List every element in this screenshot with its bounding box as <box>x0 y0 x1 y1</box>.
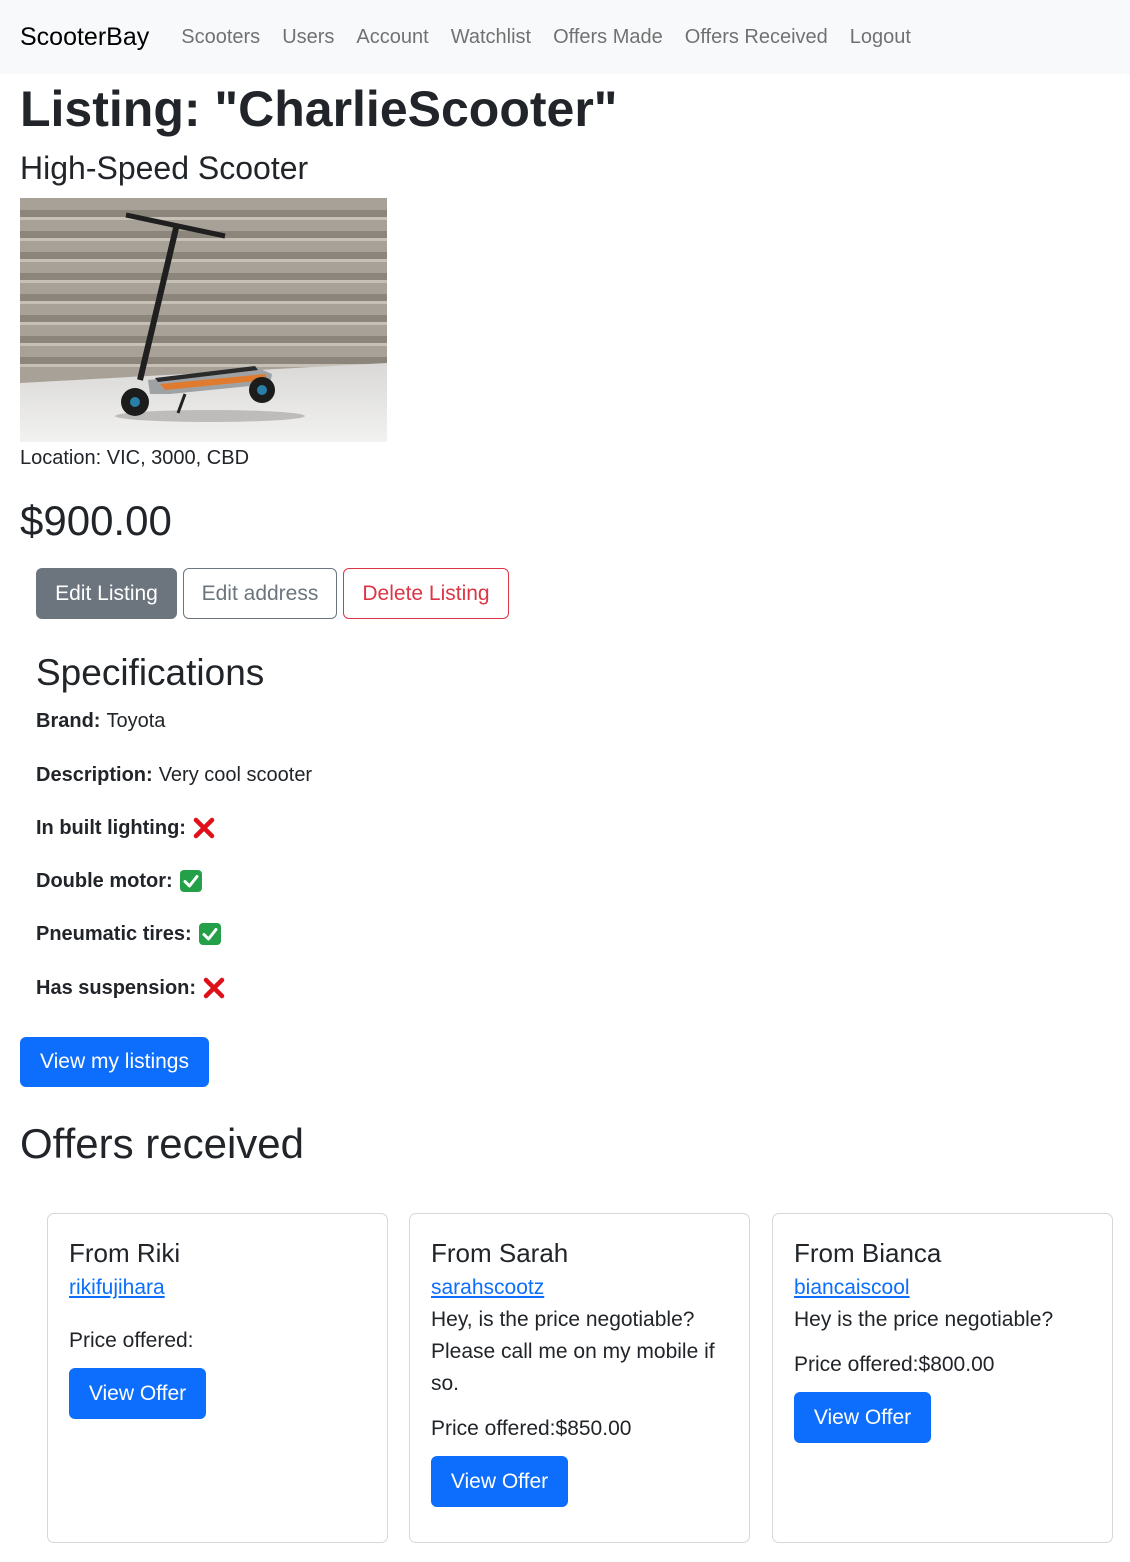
offer-from: From Riki <box>69 1238 181 1268</box>
nav-users[interactable]: Users <box>282 26 334 49</box>
offer-price: Price offered: <box>69 1326 366 1356</box>
offer-card: From Bianca biancaiscool Hey is the pric… <box>772 1213 1113 1543</box>
listing-price: $900.00 <box>20 497 172 544</box>
spec-description: Description: Very cool scooter <box>36 764 312 787</box>
spec-label: Description: <box>36 764 153 786</box>
cross-mark-icon <box>203 977 225 999</box>
spec-value: Toyota <box>106 710 166 732</box>
offer-price-label: Price offered: <box>69 1329 194 1352</box>
offer-card: From Sarah sarahscootz Hey, is the price… <box>409 1213 750 1543</box>
nav-watchlist[interactable]: Watchlist <box>451 26 531 49</box>
spec-label: Pneumatic tires: <box>36 922 192 945</box>
offer-price-value: $850.00 <box>555 1417 632 1440</box>
offer-user-link[interactable]: rikifujihara <box>69 1273 366 1303</box>
offer-price-label: Price offered: <box>794 1353 919 1376</box>
nav-offers-received[interactable]: Offers Received <box>685 26 828 49</box>
offer-from: From Sarah <box>431 1238 569 1268</box>
spec-double-motor: Double motor: <box>36 869 203 893</box>
nav-offers-made[interactable]: Offers Made <box>553 26 663 49</box>
brand-link[interactable]: ScooterBay <box>20 23 149 52</box>
offer-price: Price offered:$850.00 <box>431 1414 728 1444</box>
offers-received-title: Offers received <box>20 1120 305 1167</box>
view-offer-button[interactable]: View Offer <box>794 1392 931 1443</box>
spec-label: Has suspension: <box>36 976 197 999</box>
offer-price: Price offered:$800.00 <box>794 1350 1091 1380</box>
offer-card: From Riki rikifujihara Price offered: Vi… <box>47 1213 388 1543</box>
nav-account[interactable]: Account <box>356 26 428 49</box>
spec-label: Brand: <box>36 710 101 732</box>
spec-label: Double motor: <box>36 869 173 892</box>
cross-mark-icon <box>193 817 215 839</box>
navbar: ScooterBay Scooters Users Account Watchl… <box>0 0 1130 74</box>
offer-message: Hey, is the price negotiable? Please cal… <box>431 1308 715 1395</box>
offer-price-value: $800.00 <box>918 1353 995 1376</box>
edit-listing-button[interactable]: Edit Listing <box>36 568 177 619</box>
scooter-photo <box>20 198 387 442</box>
spec-lighting: In built lighting: <box>36 816 216 840</box>
offer-message: Hey is the price negotiable? <box>794 1308 1054 1331</box>
nav-scooters[interactable]: Scooters <box>181 26 260 49</box>
nav-logout[interactable]: Logout <box>850 26 911 49</box>
spec-value: Very cool scooter <box>158 764 313 786</box>
check-mark-icon <box>179 870 202 892</box>
offer-from: From Bianca <box>794 1238 942 1268</box>
check-mark-icon <box>198 923 221 945</box>
offer-user-link[interactable]: biancaiscool <box>794 1273 1091 1303</box>
spec-brand: Brand: Toyota <box>36 710 165 733</box>
edit-address-button[interactable]: Edit address <box>183 568 337 619</box>
spec-label: In built lighting: <box>36 816 186 839</box>
spec-pneumatic-tires: Pneumatic tires: <box>36 922 222 946</box>
view-my-listings-button[interactable]: View my listings <box>20 1037 209 1087</box>
spec-suspension: Has suspension: <box>36 976 226 1000</box>
offer-price-label: Price offered: <box>431 1417 556 1440</box>
view-offer-button[interactable]: View Offer <box>69 1368 206 1419</box>
specifications-title: Specifications <box>36 652 265 693</box>
delete-listing-button[interactable]: Delete Listing <box>343 568 509 619</box>
page-title: Listing: "CharlieScooter" <box>20 81 618 137</box>
listing-subtitle: High-Speed Scooter <box>20 150 309 186</box>
listing-location: Location: VIC, 3000, CBD <box>20 447 250 469</box>
offer-user-link[interactable]: sarahscootz <box>431 1273 728 1303</box>
view-offer-button[interactable]: View Offer <box>431 1456 568 1507</box>
